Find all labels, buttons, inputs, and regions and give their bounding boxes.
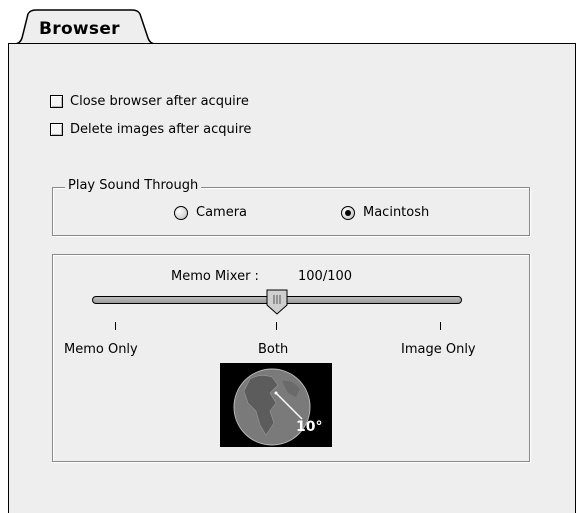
tick-label-memo-only: Memo Only bbox=[64, 342, 138, 357]
radio-camera[interactable]: Camera bbox=[174, 205, 247, 220]
tick-label-image-only: Image Only bbox=[401, 342, 476, 357]
tick-both bbox=[276, 322, 277, 330]
globe-icon: 10° bbox=[220, 363, 332, 447]
radio-macintosh-button[interactable] bbox=[341, 205, 355, 220]
close-browser-checkbox[interactable] bbox=[50, 95, 63, 108]
delete-images-label: Delete images after acquire bbox=[70, 122, 252, 137]
close-browser-label: Close browser after acquire bbox=[70, 94, 249, 109]
radio-camera-label: Camera bbox=[196, 205, 248, 220]
radio-macintosh[interactable]: Macintosh bbox=[341, 205, 429, 220]
tab-browser[interactable]: Browser bbox=[14, 8, 156, 46]
tick-memo-only bbox=[115, 322, 116, 330]
memo-mixer-slider-thumb[interactable] bbox=[266, 289, 288, 315]
tab-label: Browser bbox=[39, 19, 120, 39]
globe-angle-label: 10° bbox=[296, 419, 323, 435]
memo-mixer-label: Memo Mixer : bbox=[171, 269, 259, 284]
radio-camera-button[interactable] bbox=[174, 205, 188, 220]
delete-images-option[interactable]: Delete images after acquire bbox=[50, 122, 251, 137]
tick-image-only bbox=[440, 322, 441, 330]
close-browser-option[interactable]: Close browser after acquire bbox=[50, 94, 249, 109]
tick-label-both: Both bbox=[258, 342, 289, 357]
sound-group-title: Play Sound Through bbox=[65, 178, 202, 193]
delete-images-checkbox[interactable] bbox=[50, 123, 63, 136]
radio-macintosh-label: Macintosh bbox=[363, 205, 430, 220]
sound-group-box bbox=[52, 187, 530, 236]
memo-mixer-value: 100/100 bbox=[298, 269, 353, 284]
